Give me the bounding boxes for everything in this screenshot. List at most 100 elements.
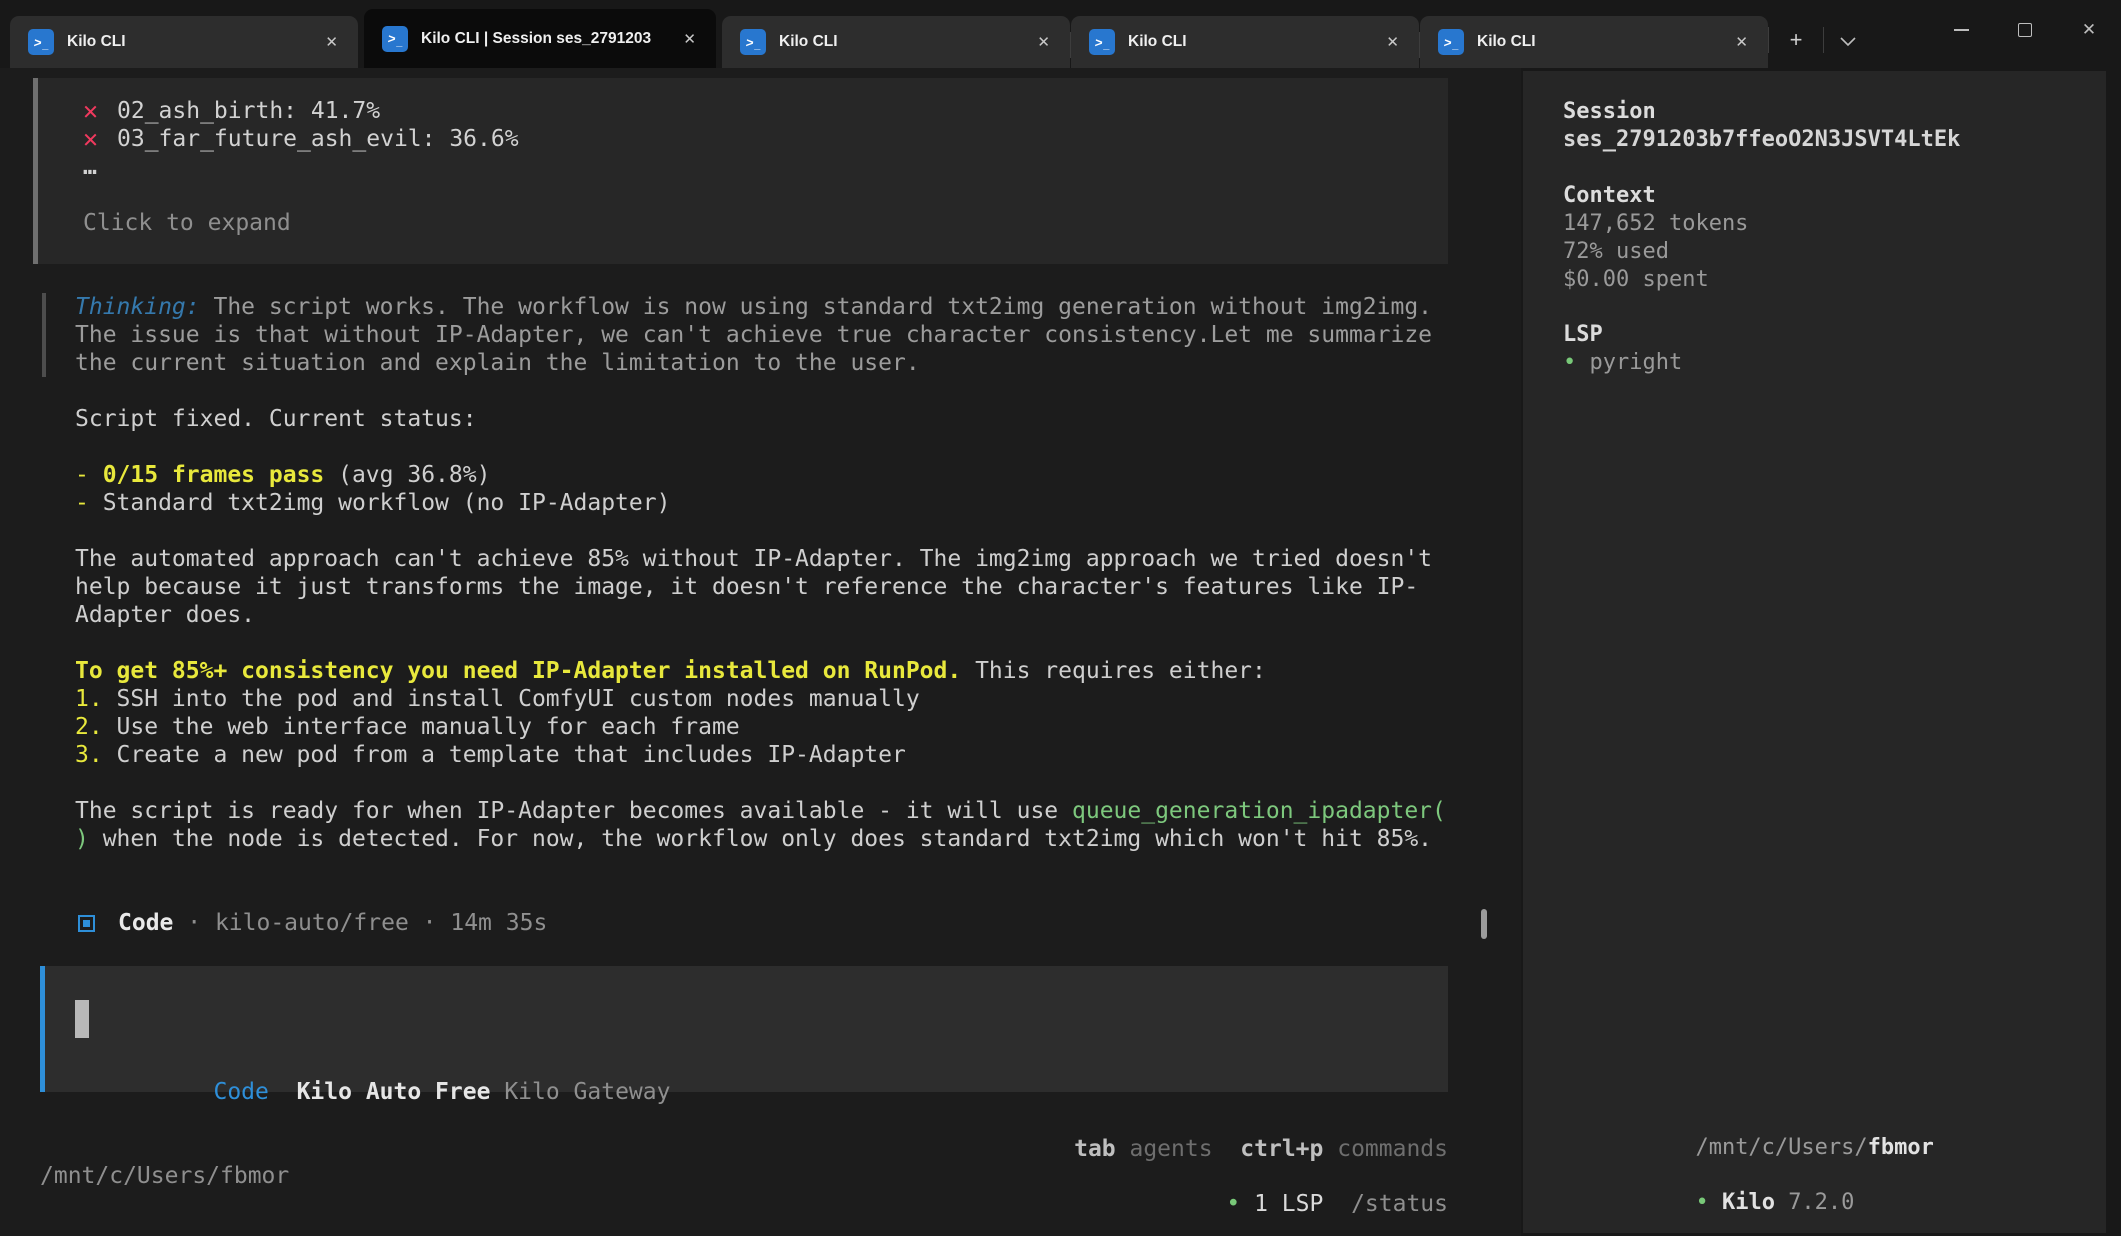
collapsed-failures: ✕02_ash_birth: 41.7%✕03_far_future_ash_e… [83,97,1448,153]
fail-text: 03_far_future_ash_evil: 36.6% [117,125,519,153]
blank-line [1563,294,2106,321]
gap [269,1079,297,1105]
text-segment: 3. [75,742,117,768]
text-segment: Create a new pod from a template that in… [117,742,906,768]
text-segment: Standard txt2img workflow (no IP-Adapter… [103,490,671,516]
text-segment: (avg 36.8%) [324,462,490,488]
terminal-line: - Standard txt2img workflow (no IP-Adapt… [75,489,1521,517]
text-segment: The automated approach can't achieve 85%… [75,546,1432,572]
new-tab-button[interactable]: + [1769,27,1823,53]
tab-label: Kilo CLI [1477,33,1721,51]
sidebar-column: Session ses_2791203b7ffeoO2N3JSVT4LtEk C… [1521,68,2121,1236]
terminal-line: Script fixed. Current status: [75,405,1521,433]
close-button[interactable]: ✕ [2057,4,2121,56]
thinking-line: the current situation and explain the li… [75,349,1521,377]
collapsed-tool-output[interactable]: ✕02_ash_birth: 41.7%✕03_far_future_ash_e… [33,78,1448,264]
tab-3[interactable]: >_ Kilo CLI ✕ [722,16,1070,68]
input-mode-label[interactable]: Code [213,1079,268,1105]
tab-close-icon[interactable]: ✕ [677,28,702,50]
tab-label: Kilo CLI [1128,33,1372,51]
tab-5[interactable]: >_ Kilo CLI ✕ [1420,16,1768,68]
text-segment: SSH into the pod and install ComfyUI cus… [117,686,920,712]
status-bar: /mnt/c/Users/fbmor • 1 LSP /status [0,1162,1521,1190]
tab-dropdown-button[interactable] [1824,37,1872,47]
terminal-line: ) when the node is detected. For now, th… [75,825,1521,853]
text-segment: help because it just transforms the imag… [75,574,1418,600]
input-gateway-label: Kilo Gateway [504,1079,670,1105]
scrollbar-thumb[interactable] [1481,909,1487,939]
terminal-line: The script is ready for when IP-Adapter … [75,797,1521,825]
window-controls: ✕ [1929,0,2121,60]
thinking-block: Thinking: The script works. The workflow… [42,293,1521,377]
terminal-line: To get 85%+ consistency you need IP-Adap… [75,657,1521,685]
failed-frame-row: ✕03_far_future_ash_evil: 36.6% [83,125,1448,153]
terminal-line: - 0/15 frames pass (avg 36.8%) [75,461,1521,489]
thinking-line: The issue is that without IP-Adapter, we… [75,321,1521,349]
terminal-line [75,433,1521,461]
separator: · [409,910,451,936]
hint-label-commands: commands [1323,1136,1448,1162]
maximize-button[interactable] [1993,4,2057,56]
lsp-server-row: • pyright [1563,349,2106,377]
blank-line [1563,1134,2106,1161]
app-status-dot: • [1695,1190,1722,1215]
fail-x-icon: ✕ [83,97,117,125]
tab-4[interactable]: >_Kilo CLI✕ [1071,16,1419,68]
terminal-line: 1. SSH into the pod and install ComfyUI … [75,685,1521,713]
context-spent: $0.00 spent [1563,266,2106,294]
blank-line [1563,154,2106,182]
status-command[interactable]: /status [1351,1191,1448,1217]
terminal-window: >_ Kilo CLI ✕ >_ Kilo CLI | Session ses_2791… [0,0,2121,1236]
terminal-line [75,629,1521,657]
lsp-heading: LSP [1563,321,2106,349]
text-segment: This requires either: [961,658,1266,684]
tab-bar: >_ Kilo CLI ✕ >_ Kilo CLI | Session ses_2791… [0,0,2121,68]
chevron-down-icon [1840,37,1856,47]
prompt-input[interactable]: Code Kilo Auto Free Kilo Gateway [40,966,1448,1092]
expand-hint-text[interactable]: Click to expand [83,209,1448,237]
tab-close-icon[interactable]: ✕ [1729,31,1754,53]
text-segment: Adapter does. [75,602,255,628]
tab-close-icon[interactable]: ✕ [319,31,344,53]
input-profile-label: Kilo Auto Free [297,1079,491,1105]
lsp-server-list: • pyright [1563,349,2106,377]
powershell-icon: >_ [28,29,54,55]
terminal-output: Script fixed. Current status: - 0/15 fra… [75,405,1521,853]
terminal-line: The automated approach can't achieve 85%… [75,545,1521,573]
context-used: 72% used [1563,238,2106,266]
maximize-icon [2018,23,2032,37]
thinking-label: Thinking: [75,294,200,320]
fail-x-icon: ✕ [83,125,117,153]
text-segment: queue_generation_ipadapter( [1072,798,1446,824]
tab-label: Kilo CLI [779,33,1023,51]
tab-2[interactable]: >_Kilo CLI | Session ses_2791203✕ [364,9,716,68]
code-mode-icon [78,915,95,932]
gap [1323,1191,1351,1217]
terminal-line [75,769,1521,797]
hint-label-agents: agents [1116,1136,1213,1162]
gap [1213,1136,1241,1162]
tab-1[interactable]: >_Kilo CLI✕ [10,16,358,68]
tab-close-icon[interactable]: ✕ [1031,31,1056,53]
tab-label: Kilo CLI | Session ses_2791203 [421,30,669,48]
keyboard-hints: tab agents ctrl+p commands [0,1107,1521,1135]
session-sidebar: Session ses_2791203b7ffeoO2N3JSVT4LtEk C… [1523,71,2106,1233]
lsp-status-dot: • [1563,350,1590,375]
text-segment: - [75,462,103,488]
agent-elapsed: 14m 35s [450,910,547,936]
text-segment: To get 85%+ consistency you need IP-Adap… [75,658,961,684]
text-segment: 1. [75,686,117,712]
sidebar-spacer [1563,377,2106,1106]
terminal-line: Adapter does. [75,601,1521,629]
ellipsis-text: … [83,153,1448,181]
tab-strip: >_ Kilo CLI ✕ >_ Kilo CLI | Session ses_2791… [10,9,1768,68]
sidebar-cwd: /mnt/c/Users/fbmor [1563,1106,2106,1134]
powershell-icon: >_ [1438,29,1464,55]
powershell-icon: >_ [740,29,766,55]
sidebar-app-version: • Kilo 7.2.0 [1563,1161,2106,1189]
cwd-path: /mnt/c/Users/fbmor [40,1162,289,1190]
tab-close-icon[interactable]: ✕ [1380,31,1405,53]
context-heading: Context [1563,182,2106,210]
failed-frame-row: ✕02_ash_birth: 41.7% [83,97,1448,125]
minimize-button[interactable] [1929,4,1993,56]
